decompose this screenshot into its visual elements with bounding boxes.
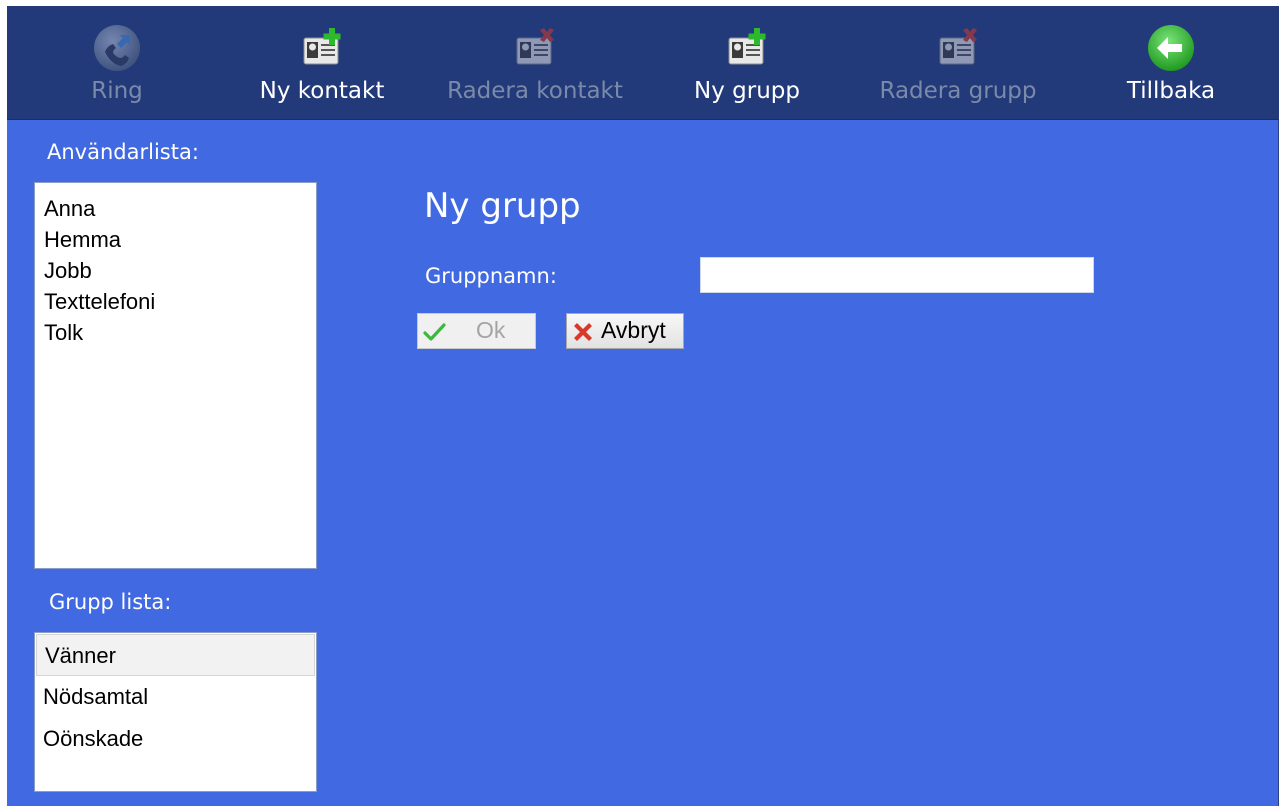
new-group-label: Ny grupp	[694, 78, 800, 104]
app-window: Ring Ny kontakt Radera kontakt Ny grupp …	[7, 6, 1279, 806]
delete-contact-icon	[516, 28, 554, 65]
cancel-button-label: Avbryt	[601, 317, 666, 343]
ok-button-label: Ok	[476, 317, 506, 343]
group-name-label: Gruppnamn:	[425, 264, 557, 288]
user-list-heading: Användarlista:	[47, 140, 199, 164]
list-item[interactable]: Hemma	[35, 224, 316, 255]
ring-label: Ring	[91, 78, 143, 104]
phone-icon	[94, 25, 140, 71]
delete-group-icon	[939, 28, 977, 65]
group-list-heading: Grupp lista:	[49, 590, 172, 614]
new-contact-label: Ny kontakt	[259, 78, 385, 104]
delete-group-label: Radera grupp	[879, 78, 1037, 104]
user-list[interactable]: Anna Hemma Jobb Texttelefoni Tolk	[34, 182, 317, 569]
toolbar: Ring Ny kontakt Radera kontakt Ny grupp …	[7, 6, 1279, 119]
list-item[interactable]: Vänner	[36, 634, 315, 676]
back-button[interactable]: Tillbaka	[1081, 16, 1261, 111]
close-icon	[574, 323, 592, 341]
checkmark-icon	[423, 323, 446, 341]
back-arrow-icon	[1148, 25, 1194, 71]
ring-button[interactable]: Ring	[27, 16, 207, 111]
new-group-button[interactable]: Ny grupp	[657, 16, 837, 111]
list-item[interactable]: Oönskade	[35, 718, 316, 760]
delete-group-button[interactable]: Radera grupp	[868, 16, 1048, 111]
back-label: Tillbaka	[1126, 78, 1216, 104]
cancel-button[interactable]: Avbryt	[566, 313, 684, 349]
new-contact-button[interactable]: Ny kontakt	[232, 16, 412, 111]
list-item[interactable]: Tolk	[35, 317, 316, 348]
list-item[interactable]: Nödsamtal	[35, 676, 316, 718]
group-list[interactable]: Vänner Nödsamtal Oönskade	[34, 632, 317, 792]
form-title: Ny grupp	[424, 186, 581, 226]
add-group-icon	[728, 28, 766, 65]
list-item[interactable]: Anna	[35, 193, 316, 224]
list-item[interactable]: Texttelefoni	[35, 286, 316, 317]
add-contact-icon	[303, 28, 341, 65]
delete-contact-label: Radera kontakt	[447, 78, 623, 104]
delete-contact-button[interactable]: Radera kontakt	[445, 16, 625, 111]
list-item[interactable]: Jobb	[35, 255, 316, 286]
group-name-input[interactable]	[700, 257, 1094, 293]
ok-button[interactable]: Ok	[417, 313, 536, 349]
